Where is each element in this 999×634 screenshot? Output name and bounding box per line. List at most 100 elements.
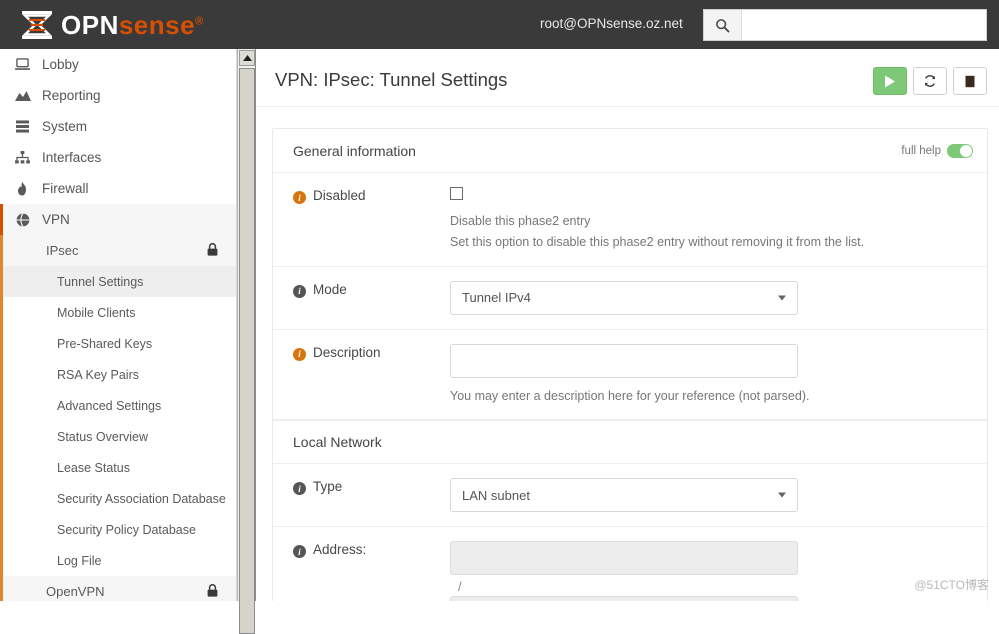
field-label-text: Address: <box>313 542 367 558</box>
info-icon[interactable]: i <box>293 482 306 496</box>
globe-icon <box>13 212 32 227</box>
info-icon[interactable]: i <box>293 191 306 204</box>
chart-area-icon <box>13 89 32 102</box>
section-title: General information <box>293 142 416 159</box>
sidebar-item-label: IPsec <box>46 243 79 258</box>
main-navigation-sidebar[interactable]: Lobby Reporting System Interfaces Firewa… <box>0 49 237 601</box>
sidebar-item-label: Tunnel Settings <box>57 274 144 289</box>
disabled-checkbox[interactable] <box>450 187 463 200</box>
scroll-up-arrow-icon[interactable] <box>239 50 255 66</box>
sidebar-item-system[interactable]: System <box>0 111 236 142</box>
field-row-address: i Address: / 128 <box>273 527 987 601</box>
sidebar-scrollbar[interactable] <box>237 49 256 634</box>
sidebar-item-log-file[interactable]: Log File <box>0 545 236 576</box>
address-input[interactable] <box>450 541 798 576</box>
info-icon[interactable]: i <box>293 545 306 559</box>
section-title: Local Network <box>293 434 382 451</box>
laptop-icon <box>13 58 32 71</box>
hourglass-icon <box>21 10 53 39</box>
field-hint-disabled-line2: Set this option to disable this phase2 e… <box>450 234 865 249</box>
full-help-toggle[interactable]: full help <box>901 143 973 158</box>
sidebar-item-reporting[interactable]: Reporting <box>0 80 236 111</box>
address-separator: / <box>458 579 462 595</box>
watermark: @51CTO博客 <box>914 578 989 592</box>
chevron-down-icon <box>778 295 786 300</box>
search-icon[interactable] <box>704 10 742 40</box>
sidebar-item-security-association-database[interactable]: Security Association Database <box>0 483 236 514</box>
sidebar-item-openvpn[interactable]: OpenVPN <box>0 576 236 601</box>
search-glyph <box>716 18 730 32</box>
type-select-value: LAN subnet <box>462 487 530 503</box>
sidebar-item-security-policy-database[interactable]: Security Policy Database <box>0 514 236 545</box>
sidebar-item-label: Security Association Database <box>57 491 226 506</box>
start-service-button[interactable] <box>873 67 907 95</box>
local-network-section-header: Local Network <box>273 420 987 465</box>
address-prefix-select[interactable]: 128 <box>450 596 798 601</box>
lock-icon <box>207 583 218 600</box>
search-box[interactable] <box>703 9 987 41</box>
stop-icon <box>965 75 975 87</box>
sidebar-item-firewall[interactable]: Firewall <box>0 173 236 204</box>
field-label-text: Description <box>313 344 381 360</box>
field-control-description: You may enter a description here for you… <box>450 343 987 406</box>
refresh-icon <box>924 75 936 87</box>
sidebar-item-ipsec[interactable]: IPsec <box>0 235 236 266</box>
sidebar-item-label: RSA Key Pairs <box>57 367 139 382</box>
field-hint-description: You may enter a description here for you… <box>450 388 810 403</box>
sidebar-item-tunnel-settings[interactable]: Tunnel Settings <box>0 266 236 297</box>
main-content-area: VPN: IPsec: Tunnel Settings General info… <box>257 49 999 601</box>
brand-logo[interactable]: OPNsense® <box>20 10 204 40</box>
page-header: VPN: IPsec: Tunnel Settings <box>257 49 999 107</box>
sidebar-item-interfaces[interactable]: Interfaces <box>0 142 236 173</box>
page-title: VPN: IPsec: Tunnel Settings <box>275 69 508 90</box>
description-input[interactable] <box>450 343 798 378</box>
server-icon <box>13 120 32 133</box>
sidebar-item-label: Advanced Settings <box>57 398 162 413</box>
sidebar-item-label: Status Overview <box>57 429 149 444</box>
search-input[interactable] <box>742 10 986 40</box>
play-icon <box>885 75 895 87</box>
info-icon[interactable]: i <box>293 284 306 298</box>
field-control-address: / 128 <box>450 541 987 601</box>
brand-wordmark: OPNsense® <box>61 12 204 38</box>
field-label-text: Type <box>313 479 343 495</box>
stop-service-button[interactable] <box>953 67 987 95</box>
field-label-mode: i Mode <box>293 281 450 315</box>
sidebar-item-label: OpenVPN <box>46 584 105 599</box>
toggle-switch[interactable] <box>947 143 973 158</box>
lock-icon <box>207 242 218 259</box>
sidebar-item-label: Reporting <box>42 88 101 103</box>
field-label-type: i Type <box>293 478 450 512</box>
mode-select-value: Tunnel IPv4 <box>462 290 531 305</box>
general-information-section-header: General information full help <box>273 129 987 173</box>
mode-select[interactable]: Tunnel IPv4 <box>450 280 798 315</box>
sidebar-item-mobile-clients[interactable]: Mobile Clients <box>0 297 236 328</box>
sidebar-item-label: Pre-Shared Keys <box>57 336 153 351</box>
sidebar-item-vpn[interactable]: VPN <box>0 204 236 235</box>
field-label-text: Disabled <box>313 188 366 203</box>
logo-registered-mark: ® <box>195 14 204 27</box>
chevron-down-icon <box>778 492 786 498</box>
field-row-type: i Type LAN subnet <box>273 464 987 528</box>
sidebar-item-label: System <box>42 119 88 134</box>
sidebar-item-status-overview[interactable]: Status Overview <box>0 421 236 452</box>
sidebar-item-label: Security Policy Database <box>57 522 196 537</box>
info-icon[interactable]: i <box>293 347 306 361</box>
current-user-label: root@OPNsense.oz.net <box>540 16 683 31</box>
sidebar-item-rsa-key-pairs[interactable]: RSA Key Pairs <box>0 359 236 390</box>
sidebar-item-lease-status[interactable]: Lease Status <box>0 452 236 483</box>
field-label-disabled: i Disabled <box>293 187 450 252</box>
type-select[interactable]: LAN subnet <box>450 478 798 513</box>
scrollbar-thumb[interactable] <box>239 68 255 634</box>
sidebar-item-lobby[interactable]: Lobby <box>0 49 236 80</box>
sidebar-item-label: Lobby <box>42 57 79 72</box>
tunnel-settings-form-panel: General information full help i Disabled… <box>272 128 988 601</box>
logo-sense-text: sense <box>118 9 196 40</box>
field-label-text: Mode <box>313 281 347 297</box>
logo-opn-text: OPN <box>61 9 119 40</box>
restart-service-button[interactable] <box>913 67 947 95</box>
sidebar-item-label: Lease Status <box>57 460 130 475</box>
field-row-description: i Description You may enter a descriptio… <box>273 330 987 421</box>
sidebar-item-pre-shared-keys[interactable]: Pre-Shared Keys <box>0 328 236 359</box>
sidebar-item-advanced-settings[interactable]: Advanced Settings <box>0 390 236 421</box>
